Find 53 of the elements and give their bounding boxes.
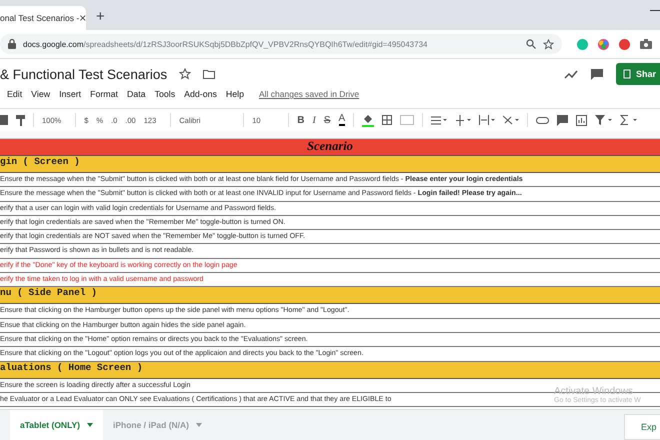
sum-icon[interactable] (620, 115, 638, 125)
sheet-tab[interactable]: aTablet (ONLY) (10, 410, 103, 440)
search-icon[interactable] (526, 39, 536, 49)
merge-cells-icon (400, 115, 414, 125)
align-icon[interactable] (431, 116, 448, 124)
menu-item[interactable]: Add-ons (184, 89, 217, 99)
camera-icon[interactable] (640, 39, 652, 49)
extension-icon[interactable] (619, 38, 630, 50)
filter-icon[interactable] (595, 115, 612, 125)
explore-button[interactable]: Exp (624, 414, 660, 440)
share-button[interactable]: Shar (616, 63, 660, 85)
trend-icon[interactable] (564, 69, 578, 79)
caret-icon (86, 423, 93, 427)
address-bar[interactable]: docs.google.com/spreadsheets/d/1zRSJ3oorRSUKSqbj5DBbZpfQV_VPBV2RnsQYBQIh6Tw/edit#gid=495043734 (0, 34, 562, 54)
star-icon[interactable] (543, 38, 554, 50)
paint-format-icon[interactable] (16, 114, 25, 126)
borders-icon[interactable] (382, 115, 392, 125)
bold-button[interactable]: B (297, 114, 304, 126)
section-header-cell: aluations ( Home Screen ) (0, 362, 660, 379)
lock-icon (8, 39, 16, 49)
comment-add-icon[interactable] (557, 114, 568, 126)
menu-item[interactable]: Edit (7, 89, 22, 99)
vertical-align-icon[interactable] (455, 114, 472, 126)
text-color-button[interactable]: A (338, 114, 346, 126)
comment-icon[interactable] (590, 68, 604, 80)
menu-item[interactable]: Tools (154, 89, 176, 99)
caret-icon (196, 423, 202, 427)
menu-item[interactable]: Help (226, 89, 244, 99)
folder-icon[interactable] (203, 69, 216, 79)
section-header-cell: nu ( Side Panel ) (0, 287, 660, 304)
chart-icon[interactable] (576, 114, 588, 126)
url-text: docs.google.com/spreadsheets/d/1zRSJ3oorRSUKSqbj5DBbZpfQV_VPBV2RnsQYBQIh6Tw/edit#gid=495043734 (23, 40, 428, 48)
menu-item[interactable]: Insert (59, 89, 82, 99)
tab-close-button[interactable]: × (79, 11, 86, 25)
section-header-cell: gin ( Screen ) (0, 156, 660, 173)
text-rotate-icon[interactable] (503, 115, 520, 125)
fill-color-icon[interactable] (362, 114, 374, 126)
star-icon[interactable] (179, 68, 192, 80)
save-status-link[interactable]: All changes saved in Drive (258, 89, 360, 99)
header-cell: Scenario (0, 139, 660, 156)
browser-tab[interactable]: onal Test Scenarios -× (0, 6, 86, 30)
menu-item[interactable]: View (31, 89, 50, 99)
strikethrough-button[interactable]: S (324, 114, 330, 126)
italic-button[interactable]: I (312, 114, 316, 126)
menu-item[interactable]: Format (90, 89, 118, 99)
text-wrap-icon[interactable] (479, 115, 496, 125)
tab-title: onal Test Scenarios - (0, 13, 80, 23)
minimize-icon[interactable] (650, 10, 660, 12)
new-tab-button[interactable]: + (96, 8, 105, 25)
link-icon[interactable] (536, 116, 550, 124)
document-title[interactable]: & Functional Test Scenarios (0, 66, 168, 82)
menu-item[interactable]: Data (126, 89, 146, 99)
color-wheel-icon[interactable] (598, 38, 609, 50)
